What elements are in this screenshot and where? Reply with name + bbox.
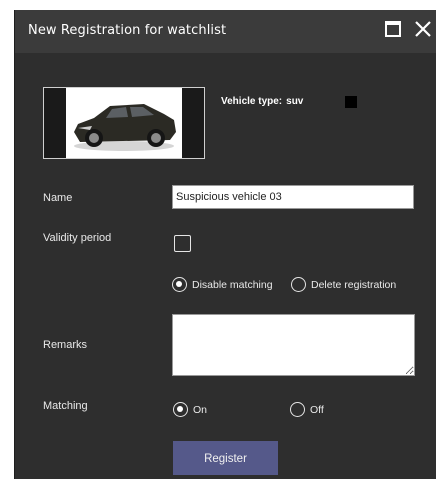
matching-on-radio[interactable] <box>173 402 188 417</box>
matching-label: Matching <box>43 400 88 412</box>
vehicle-type-value: suv <box>286 96 304 107</box>
registration-dialog: New Registration for watchlist Vehicle t… <box>14 10 436 479</box>
dialog-titlebar: New Registration for watchlist <box>15 10 436 53</box>
validity-period-label: Validity period <box>43 232 112 244</box>
dialog-title: New Registration for watchlist <box>28 23 227 38</box>
disable-matching-radio[interactable] <box>172 277 187 292</box>
remarks-label: Remarks <box>43 339 88 351</box>
name-label: Name <box>43 192 73 204</box>
delete-registration-label[interactable]: Delete registration <box>311 279 396 291</box>
name-field[interactable] <box>172 185 414 209</box>
vehicle-color-swatch <box>345 96 357 108</box>
vehicle-type-label: Vehicle type: <box>221 96 283 107</box>
matching-on-label[interactable]: On <box>193 404 207 416</box>
car-image <box>74 104 176 151</box>
photo-letterbox-left <box>44 88 66 158</box>
vehicle-photo <box>43 87 205 159</box>
validity-period-checkbox[interactable] <box>174 235 191 252</box>
maximize-icon[interactable] <box>385 21 401 37</box>
delete-registration-radio[interactable] <box>291 277 306 292</box>
matching-off-label[interactable]: Off <box>310 404 324 416</box>
register-button[interactable]: Register <box>173 441 278 475</box>
disable-matching-label[interactable]: Disable matching <box>192 279 273 291</box>
matching-off-radio[interactable] <box>290 402 305 417</box>
vehicle-type: Vehicle type: suv <box>221 96 303 107</box>
close-icon[interactable] <box>413 19 433 39</box>
photo-letterbox-right <box>182 88 204 158</box>
remarks-field[interactable] <box>172 314 415 376</box>
